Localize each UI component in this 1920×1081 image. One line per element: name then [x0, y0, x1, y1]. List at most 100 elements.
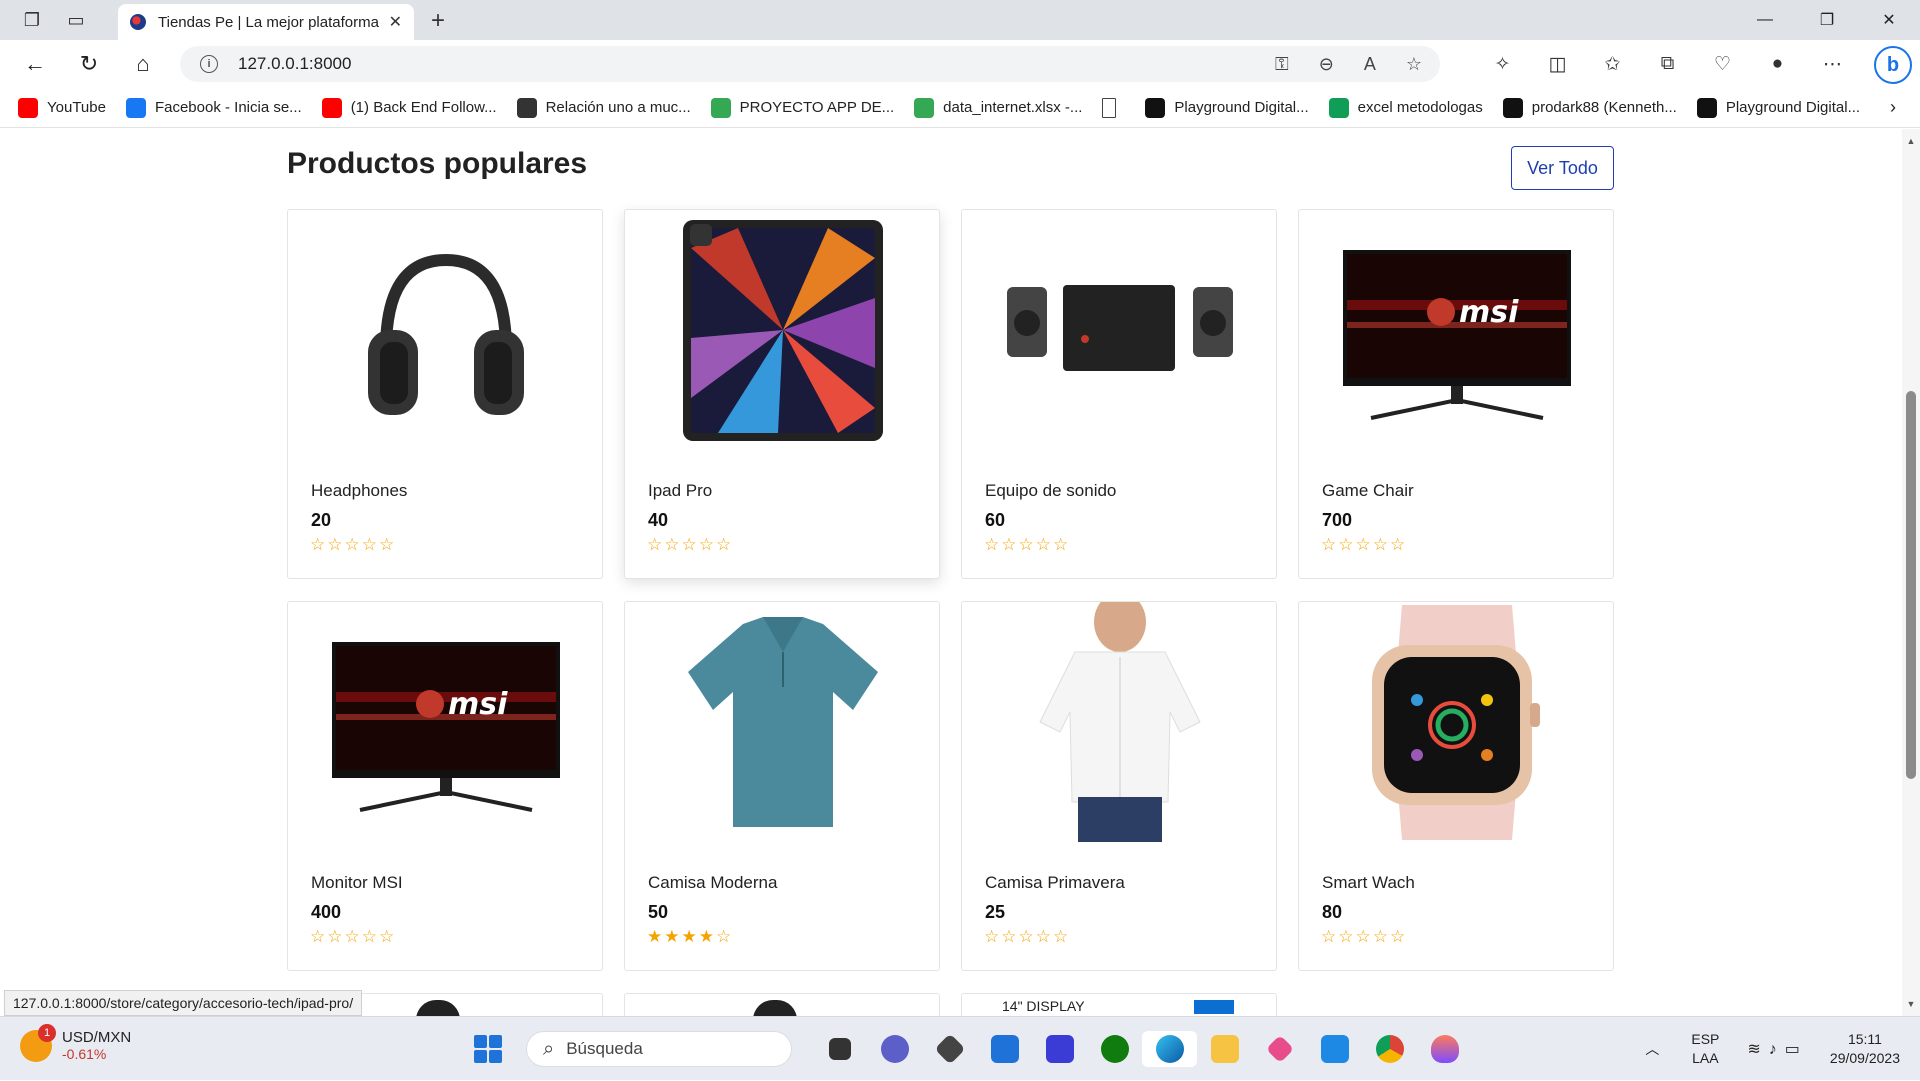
bookmark-item[interactable]: prodark88 (Kenneth... [1502, 97, 1677, 118]
product-price: 40 [648, 510, 669, 530]
more-menu-icon[interactable]: ⋯ [1805, 53, 1860, 76]
profile-icon[interactable]: ● [1750, 53, 1805, 75]
extensions-icon[interactable]: ✧ [1475, 53, 1530, 76]
product-card[interactable]: Smart Wach 80 ☆☆☆☆☆ [1298, 601, 1614, 971]
app-diamond-icon[interactable] [1252, 1031, 1307, 1067]
back-icon[interactable]: ← [8, 44, 62, 84]
home-icon[interactable]: ⌂ [116, 44, 170, 84]
browser-essentials-icon[interactable]: ♡ [1695, 53, 1750, 76]
ticker-widget[interactable]: 1 USD/MXN -0.61% [20, 1023, 132, 1062]
bookmark-label: PROYECTO APP DE... [739, 99, 895, 116]
product-name[interactable]: Headphones [311, 481, 407, 501]
restore-icon[interactable]: ❐ [1796, 0, 1858, 40]
read-aloud-icon[interactable]: A [1364, 54, 1376, 75]
product-name[interactable]: Ipad Pro [648, 481, 712, 501]
close-tab-icon[interactable]: ✕ [389, 12, 402, 32]
product-card-partial[interactable]: 14" DISPLAY [961, 993, 1277, 1016]
favorites-icon[interactable]: ✩ [1585, 53, 1640, 76]
active-tab[interactable]: Tiendas Pe | La mejor plataforma ✕ [118, 4, 414, 40]
bookmark-item[interactable]: Playground Digital... [1696, 97, 1860, 118]
rating-stars-icon: ☆☆☆☆☆ [1321, 535, 1408, 554]
product-image-partial [753, 1000, 797, 1016]
notification-badge: 1 [38, 1023, 56, 1042]
split-screen-icon[interactable]: ◫ [1530, 53, 1585, 76]
product-name[interactable]: Monitor MSI [311, 873, 403, 893]
edge-icon[interactable] [1142, 1031, 1197, 1067]
product-card[interactable]: msi Game Chair 700 ☆☆☆☆☆ [1298, 209, 1614, 579]
scrollbar[interactable]: ▲ ▼ [1902, 129, 1920, 1016]
favorite-star-icon[interactable]: ☆ [1406, 54, 1422, 75]
teams-icon[interactable] [867, 1031, 922, 1067]
address-input[interactable]: i 127.0.0.1:8000 ⚿ ⊖ A ☆ [180, 46, 1440, 82]
product-name[interactable]: Smart Wach [1322, 873, 1415, 893]
wifi-volume-battery-icons[interactable]: ≋♪▭ [1747, 1039, 1808, 1059]
product-card[interactable]: Equipo de sonido 60 ☆☆☆☆☆ [961, 209, 1277, 579]
product-image[interactable] [1002, 602, 1238, 842]
product-card[interactable]: Ipad Pro 40 ☆☆☆☆☆ [624, 209, 940, 579]
bookmark-item[interactable]: YouTube [18, 97, 106, 118]
product-image[interactable]: msi [328, 612, 564, 832]
bookmark-item[interactable]: excel metodologas [1328, 97, 1483, 118]
product-image[interactable] [1339, 604, 1575, 840]
copilot-icon[interactable]: b [1874, 46, 1912, 84]
bookmark-item[interactable]: PROYECTO APP DE... [710, 97, 895, 118]
new-tab-button[interactable]: + [422, 6, 454, 36]
workspaces-icon[interactable]: ❐ [12, 0, 52, 40]
product-image-partial [416, 1000, 460, 1016]
chevron-up-icon[interactable]: ︿ [1645, 1039, 1659, 1059]
tab-actions-icon[interactable]: ▭ [56, 0, 96, 40]
key-icon[interactable]: ⚿ [1275, 54, 1289, 75]
product-image[interactable] [328, 220, 564, 440]
ticker-label: USD/MXN [62, 1029, 132, 1046]
bookmark-item[interactable] [1102, 97, 1125, 118]
page-icon [1102, 97, 1117, 118]
taskbar: 1 USD/MXN -0.61% ⌕ Búsqueda ︿ ESP LAA ≋♪… [0, 1016, 1920, 1080]
bookmark-item[interactable]: Relación uno a muc... [516, 97, 691, 118]
bookmark-item[interactable]: (1) Back End Follow... [321, 97, 497, 118]
product-name[interactable]: Game Chair [1322, 481, 1414, 501]
app-cube-icon[interactable] [922, 1031, 977, 1067]
product-name[interactable]: Camisa Primavera [985, 873, 1125, 893]
site-info-icon[interactable]: i [200, 55, 218, 73]
clock[interactable]: 15:11 29/09/2023 [1830, 1030, 1900, 1068]
bookmark-label: data_internet.xlsx -... [943, 99, 1083, 116]
product-name[interactable]: Equipo de sonido [985, 481, 1116, 501]
task-view-icon[interactable] [812, 1031, 867, 1067]
app-flame-icon[interactable] [1417, 1031, 1472, 1067]
start-icon[interactable] [474, 1035, 502, 1063]
chrome-icon[interactable] [1362, 1031, 1417, 1067]
product-image[interactable] [665, 612, 901, 832]
site-favicon-icon [130, 14, 146, 30]
product-card[interactable]: Headphones 20 ☆☆☆☆☆ [287, 209, 603, 579]
taskbar-search[interactable]: ⌕ Búsqueda [526, 1031, 792, 1067]
product-card[interactable]: Camisa Primavera 25 ☆☆☆☆☆ [961, 601, 1277, 971]
scroll-down-icon[interactable]: ▼ [1902, 996, 1920, 1012]
xbox-icon[interactable] [1087, 1031, 1142, 1067]
bookmark-item[interactable]: data_internet.xlsx -... [914, 97, 1083, 118]
product-card[interactable]: Camisa Moderna 50 ★★★★☆ [624, 601, 940, 971]
minimize-icon[interactable]: — [1734, 0, 1796, 40]
refresh-icon[interactable]: ↻ [62, 44, 116, 84]
product-image[interactable] [665, 219, 901, 441]
chevron-right-icon[interactable]: › [1890, 97, 1896, 118]
product-card-partial[interactable] [624, 993, 940, 1016]
view-all-button[interactable]: Ver Todo [1511, 146, 1614, 190]
playground-icon [1145, 97, 1166, 118]
zoom-icon[interactable]: ⊖ [1319, 54, 1334, 75]
currency-icon: 1 [20, 1023, 56, 1062]
store-icon[interactable] [977, 1031, 1032, 1067]
language-indicator[interactable]: ESP LAA [1691, 1030, 1719, 1068]
close-window-icon[interactable]: ✕ [1858, 0, 1920, 40]
product-image[interactable] [1002, 220, 1238, 440]
vscode-icon[interactable] [1307, 1031, 1362, 1067]
app-m-icon[interactable] [1032, 1031, 1087, 1067]
collections-icon[interactable]: ⧉ [1640, 53, 1695, 75]
product-card[interactable]: msi Monitor MSI 400 ☆☆☆☆☆ [287, 601, 603, 971]
product-name[interactable]: Camisa Moderna [648, 873, 777, 893]
product-image[interactable]: msi [1339, 220, 1575, 440]
bookmark-item[interactable]: Facebook - Inicia se... [125, 97, 302, 118]
scrollbar-thumb[interactable] [1906, 391, 1916, 779]
file-explorer-icon[interactable] [1197, 1031, 1252, 1067]
bookmark-item[interactable]: Playground Digital... [1145, 97, 1309, 118]
scroll-up-icon[interactable]: ▲ [1902, 133, 1920, 149]
